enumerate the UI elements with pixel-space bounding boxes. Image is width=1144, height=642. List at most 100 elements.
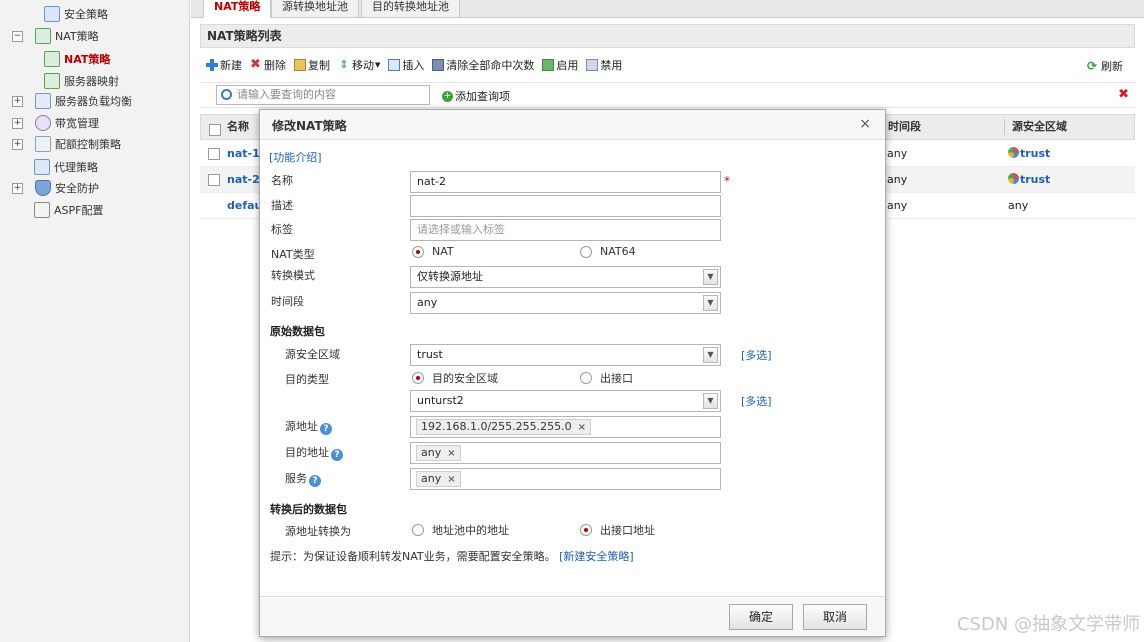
row-name-link[interactable]: nat-2 [227,167,260,193]
row-zone-link[interactable]: trust [1020,147,1050,160]
proxy-icon [34,159,50,175]
cancel-button[interactable]: 取消 [803,604,867,630]
chevron-down-icon[interactable]: ▼ [703,393,718,409]
radio-unselected-icon [580,245,592,258]
clear-hits-icon [432,59,445,71]
dropdown-caret-icon: ▼ [375,61,381,69]
remove-tag-icon[interactable]: × [578,422,586,433]
close-search-icon[interactable]: ✖ [1118,87,1129,102]
chevron-down-icon[interactable]: ▼ [703,269,718,285]
tab-source-pool[interactable]: 源转换地址池 [271,0,359,18]
nat-policy-icon [35,28,51,44]
nav-item-nat-policy[interactable]: NAT策略 [44,49,110,69]
destination-address-field[interactable]: any × [410,442,721,464]
nav-item-bandwidth[interactable]: + 带宽管理 [0,113,190,133]
collapse-icon[interactable]: − [12,30,23,42]
refresh-button[interactable]: ⟳ 刷新 [1087,58,1123,74]
insert-label: 插入 [402,59,425,72]
select-value: 仅转换源地址 [417,270,483,283]
translation-mode-select[interactable]: 仅转换源地址 ▼ [410,266,721,288]
search-input[interactable]: 请输入要查询的内容 [216,85,430,105]
chevron-down-icon[interactable]: ▼ [703,295,718,311]
radio-label: 目的安全区域 [432,372,498,385]
tab-nat-policy[interactable]: NAT策略 [203,0,272,18]
row-zone: any [1008,199,1029,212]
clear-hits-button[interactable]: 清除全部命中次数 [432,57,534,73]
col-header-time-range[interactable]: 时间段 [888,115,921,139]
time-range-select[interactable]: any ▼ [410,292,721,314]
destination-type-radio-zone[interactable]: 目的安全区域 [412,370,498,386]
select-all-checkbox[interactable] [209,121,221,136]
disable-icon [586,59,599,71]
tab-dest-pool[interactable]: 目的转换地址池 [361,0,460,18]
row-checkbox[interactable] [208,148,220,160]
address-tag: 192.168.1.0/255.255.255.0 × [416,419,592,435]
name-field[interactable]: nat-2 [410,171,721,193]
tag-field[interactable]: 请选择或输入标签 [410,219,721,241]
service-label: 服务? [285,470,321,487]
help-icon[interactable]: ? [309,475,321,487]
description-field[interactable] [410,195,721,217]
source-translation-radio-interface[interactable]: 出接口地址 [580,522,655,538]
insert-button[interactable]: 插入 [388,57,424,73]
expand-icon[interactable]: + [12,95,23,107]
nav-item-server-load-balancing[interactable]: + 服务器负载均衡 [0,91,190,111]
nat-type-radio-nat[interactable]: NAT [412,245,454,258]
nav-item-proxy-policy[interactable]: 代理策略 [34,157,98,177]
destination-address-label: 目的地址? [285,444,343,461]
security-policy-icon [44,6,60,22]
col-header-name[interactable]: 名称 [227,115,249,139]
radio-unselected-icon [580,372,592,384]
required-mark: * [724,174,730,188]
destination-zone-select[interactable]: unturst2 ▼ [410,390,721,412]
help-icon[interactable]: ? [331,449,343,461]
row-name-link[interactable]: nat-1 [227,141,260,167]
remove-tag-icon[interactable]: × [447,474,455,485]
nav-item-security-protection[interactable]: + 安全防护 [0,178,190,198]
nav-item-server-mapping[interactable]: 服务器映射 [44,71,119,91]
quota-icon [35,136,51,152]
source-address-field[interactable]: 192.168.1.0/255.255.255.0 × [410,416,721,438]
source-zone-multi-select-link[interactable]: [多选] [741,347,772,363]
destination-zone-multi-select-link[interactable]: [多选] [741,393,772,409]
nav-item-quota-control[interactable]: + 配额控制策略 [0,134,190,154]
row-checkbox[interactable] [208,174,220,186]
select-value: any [417,296,438,309]
source-translation-label: 源地址转换为 [285,525,351,538]
copy-button[interactable]: 复制 [294,57,330,73]
move-arrows-icon: ⇕ [339,58,349,71]
ok-button[interactable]: 确定 [729,604,793,630]
feature-intro-link[interactable]: [功能介绍] [269,149,322,165]
nav-item-aspf[interactable]: ASPF配置 [34,200,103,220]
nav-item-security-policy[interactable]: 安全策略 [44,4,108,24]
close-icon[interactable]: × [859,116,871,132]
chevron-down-icon[interactable]: ▼ [703,347,718,363]
expand-icon[interactable]: + [12,117,23,129]
radio-label: 出接口地址 [600,524,655,537]
new-security-policy-link[interactable]: [新建安全策略] [559,550,634,563]
help-icon[interactable]: ? [320,423,332,435]
nat-type-radio-nat64[interactable]: NAT64 [580,245,636,258]
move-button[interactable]: ⇕ 移动 ▼ [338,57,380,73]
nav-item-label: 安全防护 [55,182,99,195]
delete-button[interactable]: ✖ 删除 [250,57,286,73]
row-zone-link[interactable]: trust [1020,173,1050,186]
col-header-source-zone[interactable]: 源安全区域 [1012,115,1067,139]
source-zone-select[interactable]: trust ▼ [410,344,721,366]
enable-button[interactable]: 启用 [542,57,578,73]
hint-text: 提示：为保证设备顺利转发NAT业务，需要配置安全策略。 [新建安全策略] [270,548,634,564]
expand-icon[interactable]: + [12,138,23,150]
radio-label: NAT64 [600,245,636,258]
source-translation-radio-pool[interactable]: 地址池中的地址 [412,522,509,538]
disable-button[interactable]: 禁用 [586,57,622,73]
new-button[interactable]: 新建 [206,57,242,73]
refresh-icon: ⟳ [1087,59,1098,73]
nav-item-label: 配额控制策略 [55,138,121,151]
nav-item-nat-policy-group[interactable]: − NAT策略 [0,26,190,46]
destination-type-radio-interface[interactable]: 出接口 [580,370,633,386]
row-time: any [887,199,908,212]
add-query-button[interactable]: + 添加查询项 [442,88,510,104]
remove-tag-icon[interactable]: × [447,448,455,459]
service-field[interactable]: any × [410,468,721,490]
expand-icon[interactable]: + [12,182,23,194]
